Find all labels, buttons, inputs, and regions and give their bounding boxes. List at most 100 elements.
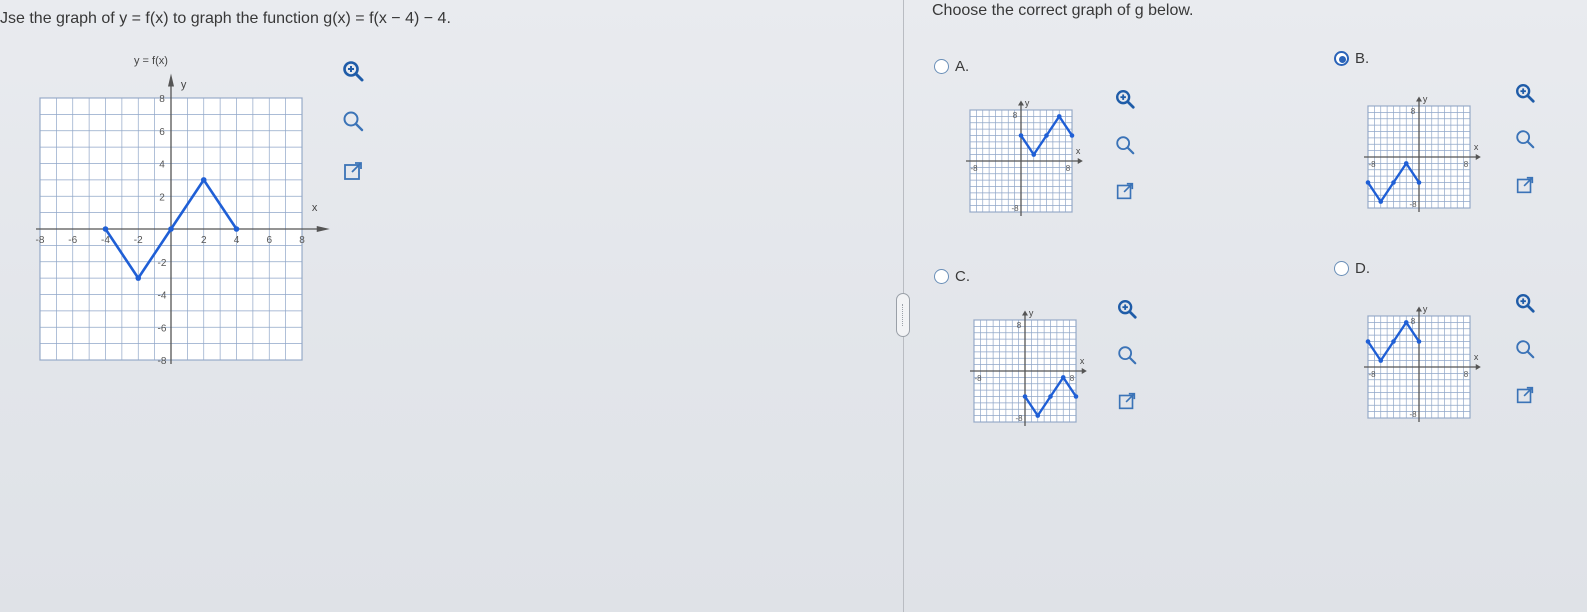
- data-point: [1403, 161, 1409, 166]
- tick-label: 2: [201, 235, 207, 246]
- x-axis-arrow: [316, 226, 330, 232]
- tick-label: 4: [234, 235, 240, 246]
- x-axis-label: x: [1474, 352, 1479, 362]
- data-point: [200, 177, 207, 183]
- data-point: [1018, 133, 1024, 138]
- main-graph-tools: [340, 58, 366, 208]
- answer-prompt: Choose the correct graph of g below.: [932, 2, 1194, 19]
- x-axis-arrow: [1475, 154, 1481, 160]
- tick-label: 2: [159, 192, 165, 203]
- tick-label: -4: [101, 235, 110, 246]
- x-axis-arrow: [1081, 368, 1087, 374]
- option-label-c: C.: [955, 268, 970, 285]
- option-a[interactable]: A.: [934, 58, 969, 75]
- tick-label: 8: [1411, 317, 1416, 326]
- option-d[interactable]: D.: [1334, 260, 1370, 277]
- x-axis-label: x: [312, 202, 318, 214]
- y-axis-label: y: [1423, 94, 1428, 104]
- tick-label: 8: [299, 235, 305, 246]
- option-c[interactable]: C.: [934, 268, 970, 285]
- question-pane: Jse the graph of y = f(x) to graph the f…: [0, 0, 904, 612]
- tick-label: -8: [1011, 204, 1019, 213]
- zoom-out-icon[interactable]: [340, 108, 366, 134]
- y-axis-label: y: [1025, 98, 1030, 108]
- zoom-in-icon[interactable]: [1512, 80, 1538, 106]
- external-link-icon[interactable]: [1112, 178, 1138, 204]
- tick-label: 8: [1464, 370, 1469, 379]
- tick-label: -8: [1409, 200, 1417, 209]
- tick-label: -8: [1368, 160, 1376, 169]
- tick-label: 4: [159, 160, 165, 171]
- y-axis-arrow: [1022, 310, 1028, 316]
- data-point: [1044, 133, 1049, 138]
- tick-label: 8: [1464, 160, 1469, 169]
- y-axis-arrow: [1018, 100, 1024, 106]
- tick-label: 8: [1017, 321, 1022, 330]
- option-d-tools: [1512, 290, 1538, 428]
- y-axis-arrow: [168, 73, 174, 87]
- tick-label: 8: [1066, 164, 1071, 173]
- data-point: [1365, 339, 1371, 344]
- data-point: [1416, 339, 1422, 344]
- data-point: [233, 226, 240, 232]
- zoom-in-icon[interactable]: [1112, 86, 1138, 112]
- tick-label: 8: [1411, 107, 1416, 116]
- zoom-in-icon[interactable]: [1114, 296, 1140, 322]
- option-label-a: A.: [955, 58, 970, 75]
- tick-label: -6: [158, 323, 167, 334]
- tick-label: -2: [158, 258, 167, 269]
- external-link-icon[interactable]: [1512, 172, 1538, 198]
- x-axis-label: x: [1076, 146, 1081, 156]
- data-point: [1060, 375, 1066, 380]
- zoom-in-icon[interactable]: [1512, 290, 1538, 316]
- main-graph: x y -8 -6 -4 -2 2 4 6 8 8 6 4 2 -2 -4 -6 -8: [36, 73, 330, 367]
- x-axis-label: x: [1474, 142, 1479, 152]
- tick-label: 8: [1070, 374, 1075, 383]
- option-b-tools: [1512, 80, 1538, 218]
- external-link-icon[interactable]: [340, 158, 366, 184]
- data-point: [102, 226, 109, 232]
- option-b-graph: xy8-8 8-8: [1364, 94, 1481, 212]
- option-c-graph: xy8-8 8-8: [970, 308, 1087, 426]
- option-d-graph: xy8-8 8-8: [1364, 304, 1481, 422]
- external-link-icon[interactable]: [1512, 382, 1538, 408]
- data-point: [1022, 394, 1028, 399]
- option-label-b: B.: [1355, 50, 1370, 67]
- data-point: [1035, 413, 1041, 418]
- tick-label: 6: [159, 127, 165, 138]
- data-point: [1365, 180, 1371, 185]
- tick-label: 8: [159, 94, 165, 105]
- data-point: [1378, 358, 1384, 363]
- data-point: [1378, 199, 1384, 204]
- y-axis-label: y: [1423, 304, 1428, 314]
- data-point: [1416, 180, 1422, 185]
- tick-label: -8: [1368, 370, 1376, 379]
- zoom-out-icon[interactable]: [1512, 336, 1538, 362]
- tick-label: -4: [158, 291, 167, 302]
- data-point: [168, 226, 174, 232]
- data-point: [1069, 133, 1075, 138]
- question-text: Jse the graph of y = f(x) to graph the f…: [0, 10, 451, 27]
- option-a-tools: [1112, 86, 1138, 224]
- data-point: [1073, 394, 1079, 399]
- data-point: [1391, 180, 1396, 185]
- x-axis-arrow: [1077, 158, 1083, 164]
- tick-label: -8: [36, 235, 45, 246]
- tick-label: 8: [1013, 111, 1018, 120]
- radio-a[interactable]: [934, 59, 949, 74]
- tick-label: -8: [970, 164, 978, 173]
- x-axis-label: x: [1080, 356, 1085, 366]
- radio-c[interactable]: [934, 269, 949, 284]
- external-link-icon[interactable]: [1114, 388, 1140, 414]
- y-axis-label: y: [181, 79, 187, 91]
- zoom-out-icon[interactable]: [1114, 342, 1140, 368]
- option-b[interactable]: B.: [1334, 50, 1369, 67]
- radio-d[interactable]: [1334, 261, 1349, 276]
- tick-label: -8: [1409, 410, 1417, 419]
- tick-label: -8: [1015, 414, 1023, 423]
- data-point: [1048, 394, 1053, 399]
- zoom-out-icon[interactable]: [1112, 132, 1138, 158]
- zoom-in-icon[interactable]: [340, 58, 366, 84]
- zoom-out-icon[interactable]: [1512, 126, 1538, 152]
- radio-b[interactable]: [1334, 51, 1349, 66]
